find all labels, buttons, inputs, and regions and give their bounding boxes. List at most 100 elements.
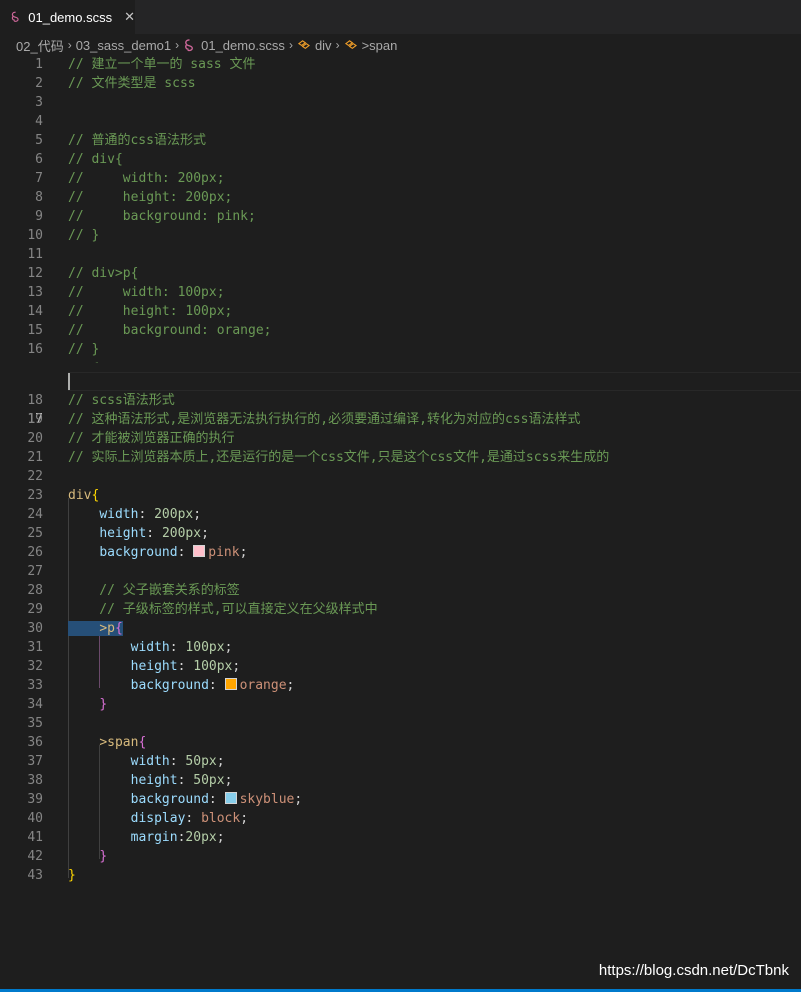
code-text[interactable]: // height: 100px; xyxy=(68,302,232,321)
code-line: 1 // 建立一个单一的 sass 文件 xyxy=(0,55,801,74)
line-number: 23 xyxy=(27,488,43,503)
line-number: 12 xyxy=(27,266,43,281)
code-line: 18 // scss语法形式 xyxy=(0,391,801,410)
code-text[interactable]: >span{ xyxy=(68,733,146,752)
code-text[interactable]: } xyxy=(68,695,107,714)
code-text[interactable]: // width: 100px; xyxy=(68,283,225,302)
code-text[interactable]: // 这种语法形式,是浏览器无法执行执行的,必须要通过编译,转化为对应的css语… xyxy=(68,410,580,429)
code-text[interactable]: // 子级标签的样式,可以直接定义在父级样式中 xyxy=(68,600,377,619)
line-number: 28 xyxy=(27,583,43,598)
line-number: 42 xyxy=(27,849,43,864)
line-number: 34 xyxy=(27,697,43,712)
line-number: 3 xyxy=(35,95,43,110)
code-text[interactable]: // height: 200px; xyxy=(68,188,232,207)
line-number: 30 xyxy=(27,621,43,636)
code-text[interactable]: width: 50px; xyxy=(68,752,225,771)
close-icon[interactable]: ✕ xyxy=(124,9,135,25)
line-number: 8 xyxy=(35,190,43,205)
line-number: 18 xyxy=(27,393,43,408)
code-text[interactable]: width: 100px; xyxy=(68,638,233,657)
code-line: 11 xyxy=(0,245,801,264)
code-line: 30 >p{ xyxy=(0,619,801,638)
code-text[interactable]: // background: pink; xyxy=(68,207,256,226)
code-line: 25 height: 200px; xyxy=(0,524,801,543)
code-text[interactable]: // 文件类型是 scss xyxy=(68,74,196,93)
code-line: 15 // background: orange; xyxy=(0,321,801,340)
breadcrumb-item-subfolder[interactable]: 03_sass_demo1 xyxy=(76,38,171,53)
text-caret xyxy=(68,373,70,390)
line-number: 39 xyxy=(27,792,43,807)
line-number: 1 xyxy=(35,57,43,72)
code-text[interactable]: } xyxy=(68,847,107,866)
code-text[interactable]: margin:20px; xyxy=(68,828,225,847)
line-number: 37 xyxy=(27,754,43,769)
code-line: 35 xyxy=(0,714,801,733)
code-text[interactable]: // background: orange; xyxy=(68,321,272,340)
tab-01-demo-scss[interactable]: 01_demo.scss ✕ xyxy=(0,0,135,34)
code-text[interactable]: // scss语法形式 xyxy=(68,391,175,410)
chevron-right-icon: › xyxy=(67,38,72,52)
breadcrumb-item-folder[interactable]: 02_代码 xyxy=(16,36,64,55)
code-text[interactable]: // width: 200px; xyxy=(68,169,225,188)
sass-icon xyxy=(185,38,194,51)
code-editor[interactable]: 16 // { 1 // 建立一个单一的 sass 文件 2 // 文件类型是 sc… xyxy=(0,55,801,935)
breadcrumb-item-div[interactable]: div xyxy=(315,38,332,53)
code-line: 36 >span{ xyxy=(0,733,801,752)
line-number: 6 xyxy=(35,152,43,167)
color-swatch-orange[interactable] xyxy=(224,678,237,690)
code-line: 19 // 这种语法形式,是浏览器无法执行执行的,必须要通过编译,转化为对应的cs… xyxy=(0,410,801,429)
code-line: 10 // } xyxy=(0,226,801,245)
breadcrumb-item-file[interactable]: 01_demo.scss xyxy=(201,38,285,53)
color-swatch-skyblue[interactable] xyxy=(224,792,237,804)
code-line: 40 display: block; xyxy=(0,809,801,828)
code-text[interactable]: height: 50px; xyxy=(68,771,233,790)
code-text[interactable]: // } xyxy=(68,340,99,359)
chevron-right-icon: › xyxy=(288,38,293,52)
breadcrumb-item-span[interactable]: >span xyxy=(362,38,398,53)
code-text[interactable]: // 实际上浏览器本质上,还是运行的是一个css文件,只是这个css文件,是通过… xyxy=(68,448,609,467)
code-text[interactable]: height: 200px; xyxy=(68,524,209,543)
code-text[interactable]: // 才能被浏览器正确的执行 xyxy=(68,429,234,448)
code-line: 12 // div>p{ xyxy=(0,264,801,283)
line-number: 5 xyxy=(35,133,43,148)
line-number: 38 xyxy=(27,773,43,788)
line-number: 21 xyxy=(27,450,43,465)
line-number: 27 xyxy=(27,564,43,579)
code-line: 29 // 子级标签的样式,可以直接定义在父级样式中 xyxy=(0,600,801,619)
code-text[interactable]: height: 100px; xyxy=(68,657,241,676)
code-text[interactable]: div{ xyxy=(68,486,99,505)
line-number: 10 xyxy=(27,228,43,243)
code-text[interactable]: background: skyblue; xyxy=(68,790,302,809)
code-text[interactable]: // 建立一个单一的 sass 文件 xyxy=(68,55,255,74)
code-line: 16 // } xyxy=(0,340,801,359)
tab-title: 01_demo.scss xyxy=(28,9,113,25)
code-line: 5 // 普通的css语法形式 xyxy=(0,131,801,150)
code-text[interactable]: background: pink; xyxy=(68,543,247,562)
code-text[interactable]: >p{ xyxy=(68,619,123,638)
code-text[interactable]: // 父子嵌套关系的标签 xyxy=(68,581,240,600)
tab-bar: 01_demo.scss ✕ xyxy=(0,0,801,34)
code-line: 7 // width: 200px; xyxy=(0,169,801,188)
line-number: 20 xyxy=(27,431,43,446)
code-text[interactable]: // div>p{ xyxy=(68,264,138,283)
code-text[interactable]: display: block; xyxy=(68,809,248,828)
code-line: 38 height: 50px; xyxy=(0,771,801,790)
code-line: 32 height: 100px; xyxy=(0,657,801,676)
current-line-highlight xyxy=(68,372,801,391)
code-text[interactable]: width: 200px; xyxy=(68,505,201,524)
code-text[interactable]: // } xyxy=(68,226,99,245)
code-text[interactable]: } xyxy=(68,866,76,885)
chevron-right-icon: › xyxy=(335,38,340,52)
code-line: 37 width: 50px; xyxy=(0,752,801,771)
code-text[interactable]: // 普通的css语法形式 xyxy=(68,131,206,150)
code-text[interactable]: // div{ xyxy=(68,150,123,169)
code-text[interactable]: background: orange; xyxy=(68,676,294,695)
line-number: 35 xyxy=(27,716,43,731)
symbol-class-icon xyxy=(344,39,357,49)
color-swatch-pink[interactable] xyxy=(193,545,206,557)
line-number: 16 xyxy=(0,362,43,364)
code-line: 3 xyxy=(0,93,801,112)
code-line: 42 } xyxy=(0,847,801,866)
code-line: 13 // width: 100px; xyxy=(0,283,801,302)
line-number: 31 xyxy=(27,640,43,655)
